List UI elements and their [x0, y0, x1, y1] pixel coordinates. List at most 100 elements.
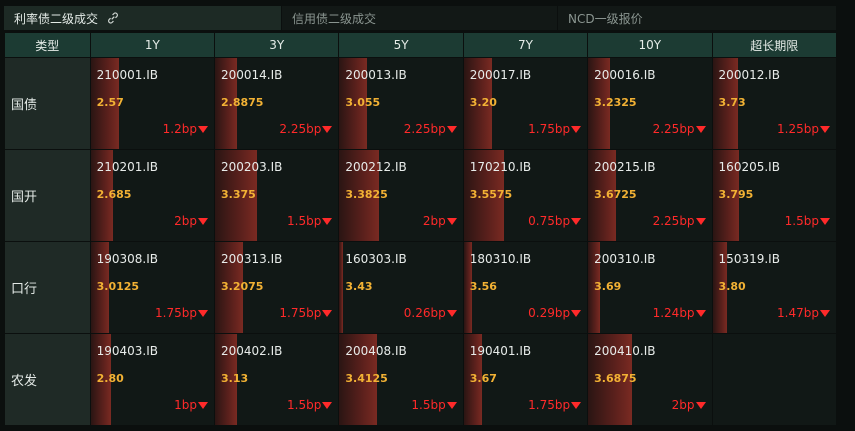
bond-cell[interactable]: 210001.IB 2.57 1.2bp	[90, 58, 214, 149]
link-icon[interactable]	[106, 11, 120, 25]
bond-cell[interactable]: 200310.IB 3.69 1.24bp	[588, 242, 712, 333]
bond-code: 200203.IB	[221, 160, 283, 174]
bond-code: 210001.IB	[96, 68, 159, 82]
down-arrow-icon	[198, 401, 208, 409]
tab-label: NCD一级报价	[568, 11, 643, 26]
row-label: 口行	[5, 242, 90, 333]
yield-value: 3.20	[469, 96, 497, 109]
change-text: 1.5bp	[287, 398, 322, 412]
bond-cell[interactable]: 200408.IB 3.4125 1.5bp	[339, 334, 463, 425]
tab-ncd-primary-quote[interactable]: NCD一级报价	[558, 6, 837, 30]
down-arrow-icon	[820, 125, 830, 133]
bond-cell[interactable]: 160205.IB 3.795 1.5bp	[712, 150, 836, 241]
bond-code: 160205.IB	[718, 160, 780, 174]
change-bar	[339, 242, 344, 333]
yield-change: 1bp	[174, 398, 208, 412]
yield-value: 3.69	[594, 280, 622, 293]
yield-change: 1.5bp	[411, 398, 457, 412]
change-text: 2.25bp	[652, 122, 695, 136]
yield-value: 3.4125	[345, 372, 388, 385]
bond-code: 200215.IB	[594, 160, 656, 174]
change-text: 2.25bp	[279, 122, 322, 136]
bond-cell[interactable]: 200313.IB 3.2075 1.75bp	[215, 242, 339, 333]
column-header-type: 类型	[5, 33, 90, 57]
bond-code: 190401.IB	[469, 344, 532, 358]
yield-value: 3.055	[345, 96, 381, 109]
table-row: 国开 210201.IB 2.685 2bp 200203.IB 3.375 1.5bp 20…	[5, 150, 836, 241]
yield-value: 3.73	[718, 96, 746, 109]
change-text: 1.24bp	[652, 306, 695, 320]
bond-code: 180310.IB	[469, 252, 532, 266]
bond-cell[interactable]: 150319.IB 3.80 1.47bp	[712, 242, 836, 333]
bond-cell[interactable]: 200212.IB 3.3825 2bp	[339, 150, 463, 241]
bond-cell[interactable]: 180310.IB 3.56 0.29bp	[463, 242, 588, 333]
row-label: 国债	[5, 58, 90, 149]
yield-change: 2.25bp	[653, 122, 706, 136]
bond-code: 210201.IB	[96, 160, 159, 174]
down-arrow-icon	[571, 309, 582, 317]
bond-code: 200410.IB	[594, 344, 656, 358]
bond-cell[interactable]: 160303.IB 3.43 0.26bp	[339, 242, 463, 333]
tab-rate-bond-secondary[interactable]: 利率债二级成交	[4, 6, 282, 30]
change-text: 1bp	[174, 398, 197, 412]
bond-cell[interactable]: 170210.IB 3.5575 0.75bp	[463, 150, 588, 241]
bond-cell[interactable]: 200013.IB 3.055 2.25bp	[339, 58, 463, 149]
bond-code: 200013.IB	[345, 68, 407, 82]
yield-change: 0.75bp	[528, 214, 582, 228]
bond-code: 190308.IB	[96, 252, 159, 266]
bond-cell[interactable]: 190308.IB 3.0125 1.75bp	[90, 242, 214, 333]
yield-change: 2.25bp	[653, 214, 706, 228]
bond-cell[interactable]: 200016.IB 3.2325 2.25bp	[588, 58, 712, 149]
column-header-3y: 3Y	[215, 33, 339, 57]
yield-value: 3.5575	[469, 188, 513, 201]
yield-value: 3.43	[345, 280, 373, 293]
down-arrow-icon	[571, 125, 582, 133]
yield-value: 2.80	[96, 372, 124, 385]
change-text: 1.47bp	[777, 306, 819, 320]
bond-cell[interactable]: 200014.IB 2.8875 2.25bp	[215, 58, 339, 149]
change-text: 1.5bp	[784, 214, 819, 228]
row-label: 国开	[5, 150, 90, 241]
down-arrow-icon	[571, 401, 582, 409]
bond-cell[interactable]: 190401.IB 3.67 1.75bp	[463, 334, 588, 425]
bond-cell[interactable]: 200410.IB 3.6875 2bp	[588, 334, 712, 425]
down-arrow-icon	[695, 217, 706, 225]
yield-change: 2.25bp	[404, 122, 457, 136]
change-text: 2bp	[422, 214, 446, 228]
bond-cell[interactable]: 210201.IB 2.685 2bp	[90, 150, 214, 241]
yield-value: 3.795	[718, 188, 754, 201]
yield-change: 1.5bp	[287, 214, 333, 228]
change-text: 1.5bp	[287, 214, 322, 228]
down-arrow-icon	[198, 125, 208, 133]
down-arrow-icon	[695, 401, 706, 409]
yield-change: 2bp	[672, 398, 706, 412]
down-arrow-icon	[446, 125, 457, 133]
bond-code: 200313.IB	[221, 252, 283, 266]
yield-value: 3.13	[221, 372, 249, 385]
yield-change: 0.29bp	[528, 306, 582, 320]
column-header-7y: 7Y	[463, 33, 588, 57]
down-arrow-icon	[198, 309, 208, 317]
tab-credit-bond-secondary[interactable]: 信用债二级成交	[282, 6, 558, 30]
yield-change: 1.24bp	[653, 306, 706, 320]
empty-cell	[712, 334, 836, 425]
bond-cell[interactable]: 200012.IB 3.73 1.25bp	[712, 58, 836, 149]
column-header-1y: 1Y	[90, 33, 214, 57]
table-row: 口行 190308.IB 3.0125 1.75bp 200313.IB 3.2075 1.…	[5, 242, 836, 333]
bond-cell[interactable]: 190403.IB 2.80 1bp	[90, 334, 214, 425]
tab-label: 利率债二级成交	[14, 11, 99, 26]
bond-cell[interactable]: 200017.IB 3.20 1.75bp	[463, 58, 588, 149]
change-text: 1.2bp	[162, 122, 197, 136]
change-text: 0.26bp	[403, 306, 446, 320]
bond-cell[interactable]: 200215.IB 3.6725 2.25bp	[588, 150, 712, 241]
bond-code: 200012.IB	[718, 68, 780, 82]
bond-cell[interactable]: 200203.IB 3.375 1.5bp	[215, 150, 339, 241]
column-header-5y: 5Y	[339, 33, 463, 57]
yield-value: 2.685	[96, 188, 132, 201]
yield-change: 1.25bp	[777, 122, 830, 136]
bond-cell[interactable]: 200402.IB 3.13 1.5bp	[215, 334, 339, 425]
bond-code: 150319.IB	[718, 252, 780, 266]
yield-value: 2.8875	[221, 96, 264, 109]
yield-change: 1.2bp	[163, 122, 208, 136]
change-text: 0.75bp	[528, 214, 571, 228]
